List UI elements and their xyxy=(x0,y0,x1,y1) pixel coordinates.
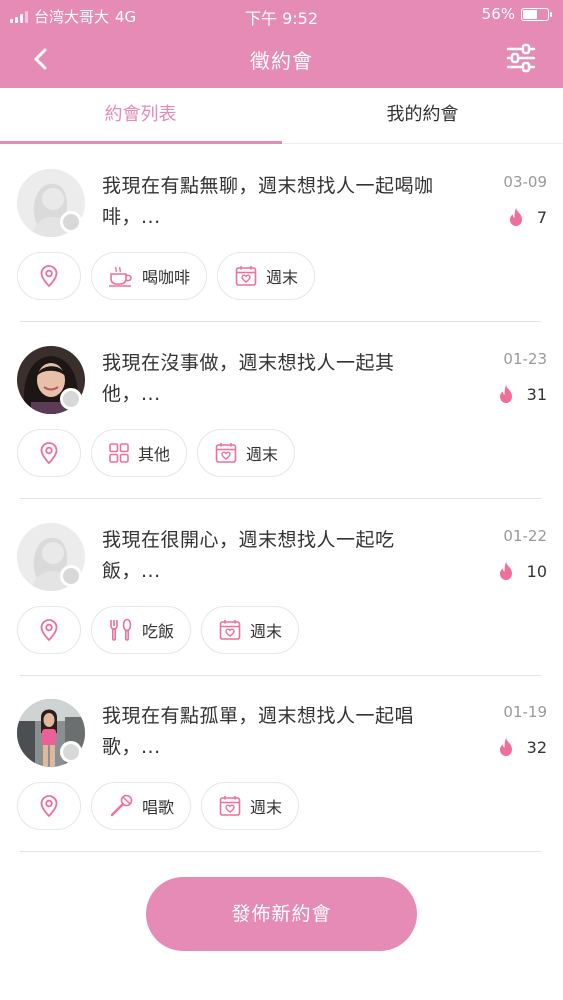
calendar-heart-icon xyxy=(215,443,237,463)
popularity: 31 xyxy=(497,384,547,404)
tab-my-dates[interactable]: 我的約會 xyxy=(282,88,563,144)
post-date: 01-19 xyxy=(503,703,547,721)
flame-icon xyxy=(499,738,512,756)
time-label: 週末 xyxy=(250,798,283,817)
grid-icon xyxy=(109,443,129,463)
popularity-count: 7 xyxy=(536,207,547,227)
online-status-dot xyxy=(60,211,82,233)
location-pin-icon xyxy=(40,265,58,288)
app-header: 台湾大哥大 4G 下午 9:52 56% 徵約會 xyxy=(0,0,563,88)
popularity-count: 10 xyxy=(526,561,547,581)
utensils-icon xyxy=(110,618,132,641)
calendar-heart-icon xyxy=(219,796,241,816)
tag-row: 唱歌 週末 xyxy=(17,782,300,830)
tab-bar: 約會列表 我的約會 xyxy=(0,88,563,144)
battery-icon xyxy=(521,7,552,21)
active-tab-indicator xyxy=(0,141,282,144)
location-tag[interactable] xyxy=(17,782,81,830)
activity-tag[interactable]: 唱歌 xyxy=(91,782,192,830)
flame-icon xyxy=(499,385,512,403)
flame-icon xyxy=(509,208,522,226)
activity-label: 唱歌 xyxy=(142,798,175,817)
post-message: 我現在有點無聊，週末想找人一起喝咖啡，... xyxy=(102,175,434,228)
post-message: 我現在有點孤單，週末想找人一起唱歌，... xyxy=(102,705,415,758)
location-tag[interactable] xyxy=(17,252,81,300)
post-card[interactable]: 我現在很開心，週末想找人一起吃飯，... 01-22 10 吃飯 週末 xyxy=(0,499,563,676)
activity-tag[interactable]: 其他 xyxy=(91,429,188,477)
location-tag[interactable] xyxy=(17,429,81,477)
time-tag[interactable]: 週末 xyxy=(201,782,300,830)
time-tag[interactable]: 週末 xyxy=(201,606,300,654)
coffee-icon xyxy=(109,266,132,287)
time-tag[interactable]: 週末 xyxy=(197,429,296,477)
filter-button[interactable] xyxy=(505,42,537,74)
post-date: 01-22 xyxy=(503,527,547,545)
activity-label: 吃飯 xyxy=(142,622,175,641)
activity-tag[interactable]: 吃飯 xyxy=(91,606,192,654)
popularity: 7 xyxy=(507,207,547,227)
tab-date-list[interactable]: 約會列表 xyxy=(0,88,281,144)
online-status-dot xyxy=(60,565,82,587)
time-label: 週末 xyxy=(246,445,279,464)
location-tag[interactable] xyxy=(17,606,81,654)
tag-row: 吃飯 週末 xyxy=(17,606,300,654)
online-status-dot xyxy=(60,741,82,763)
time-label: 週末 xyxy=(266,268,299,287)
calendar-heart-icon xyxy=(219,620,241,640)
publish-new-date-button[interactable]: 發佈新約會 xyxy=(146,877,417,951)
post-date: 03-09 xyxy=(503,173,547,191)
popularity: 10 xyxy=(497,561,547,581)
popularity-count: 32 xyxy=(526,737,547,757)
location-pin-icon xyxy=(40,442,58,465)
time-tag[interactable]: 週末 xyxy=(217,252,316,300)
page-title: 徵約會 xyxy=(250,49,313,73)
activity-label: 喝咖啡 xyxy=(142,268,191,287)
popularity-count: 31 xyxy=(526,384,547,404)
sliders-icon xyxy=(506,43,536,73)
online-status-dot xyxy=(60,388,82,410)
flame-icon xyxy=(499,562,512,580)
popularity: 32 xyxy=(497,737,547,757)
activity-tag[interactable]: 喝咖啡 xyxy=(91,252,208,300)
status-bar: 台湾大哥大 4G 下午 9:52 56% xyxy=(0,0,563,30)
nav-bar: 徵約會 xyxy=(0,30,563,88)
clock: 下午 9:52 xyxy=(244,9,319,28)
tag-row: 喝咖啡 週末 xyxy=(17,252,316,300)
post-message: 我現在沒事做，週末想找人一起其他，... xyxy=(102,352,395,405)
post-card[interactable]: 我現在有點孤單，週末想找人一起唱歌，... 01-19 32 唱歌 週末 xyxy=(0,675,563,852)
calendar-heart-icon xyxy=(235,266,257,286)
post-message: 我現在很開心，週末想找人一起吃飯，... xyxy=(102,529,395,582)
post-card[interactable]: 我現在沒事做，週末想找人一起其他，... 01-23 31 其他 週末 xyxy=(0,322,563,499)
microphone-icon xyxy=(110,794,133,817)
tag-row: 其他 週末 xyxy=(17,429,296,477)
post-date: 01-23 xyxy=(503,350,547,368)
card-divider xyxy=(20,851,541,852)
post-card[interactable]: 我現在有點無聊，週末想找人一起喝咖啡，... 03-09 7 喝咖啡 週末 xyxy=(0,145,563,322)
status-right: 56% xyxy=(481,5,552,23)
location-pin-icon xyxy=(40,619,58,642)
activity-label: 其他 xyxy=(138,445,171,464)
time-label: 週末 xyxy=(250,622,283,641)
battery-percent: 56% xyxy=(481,5,515,23)
location-pin-icon xyxy=(40,795,58,818)
